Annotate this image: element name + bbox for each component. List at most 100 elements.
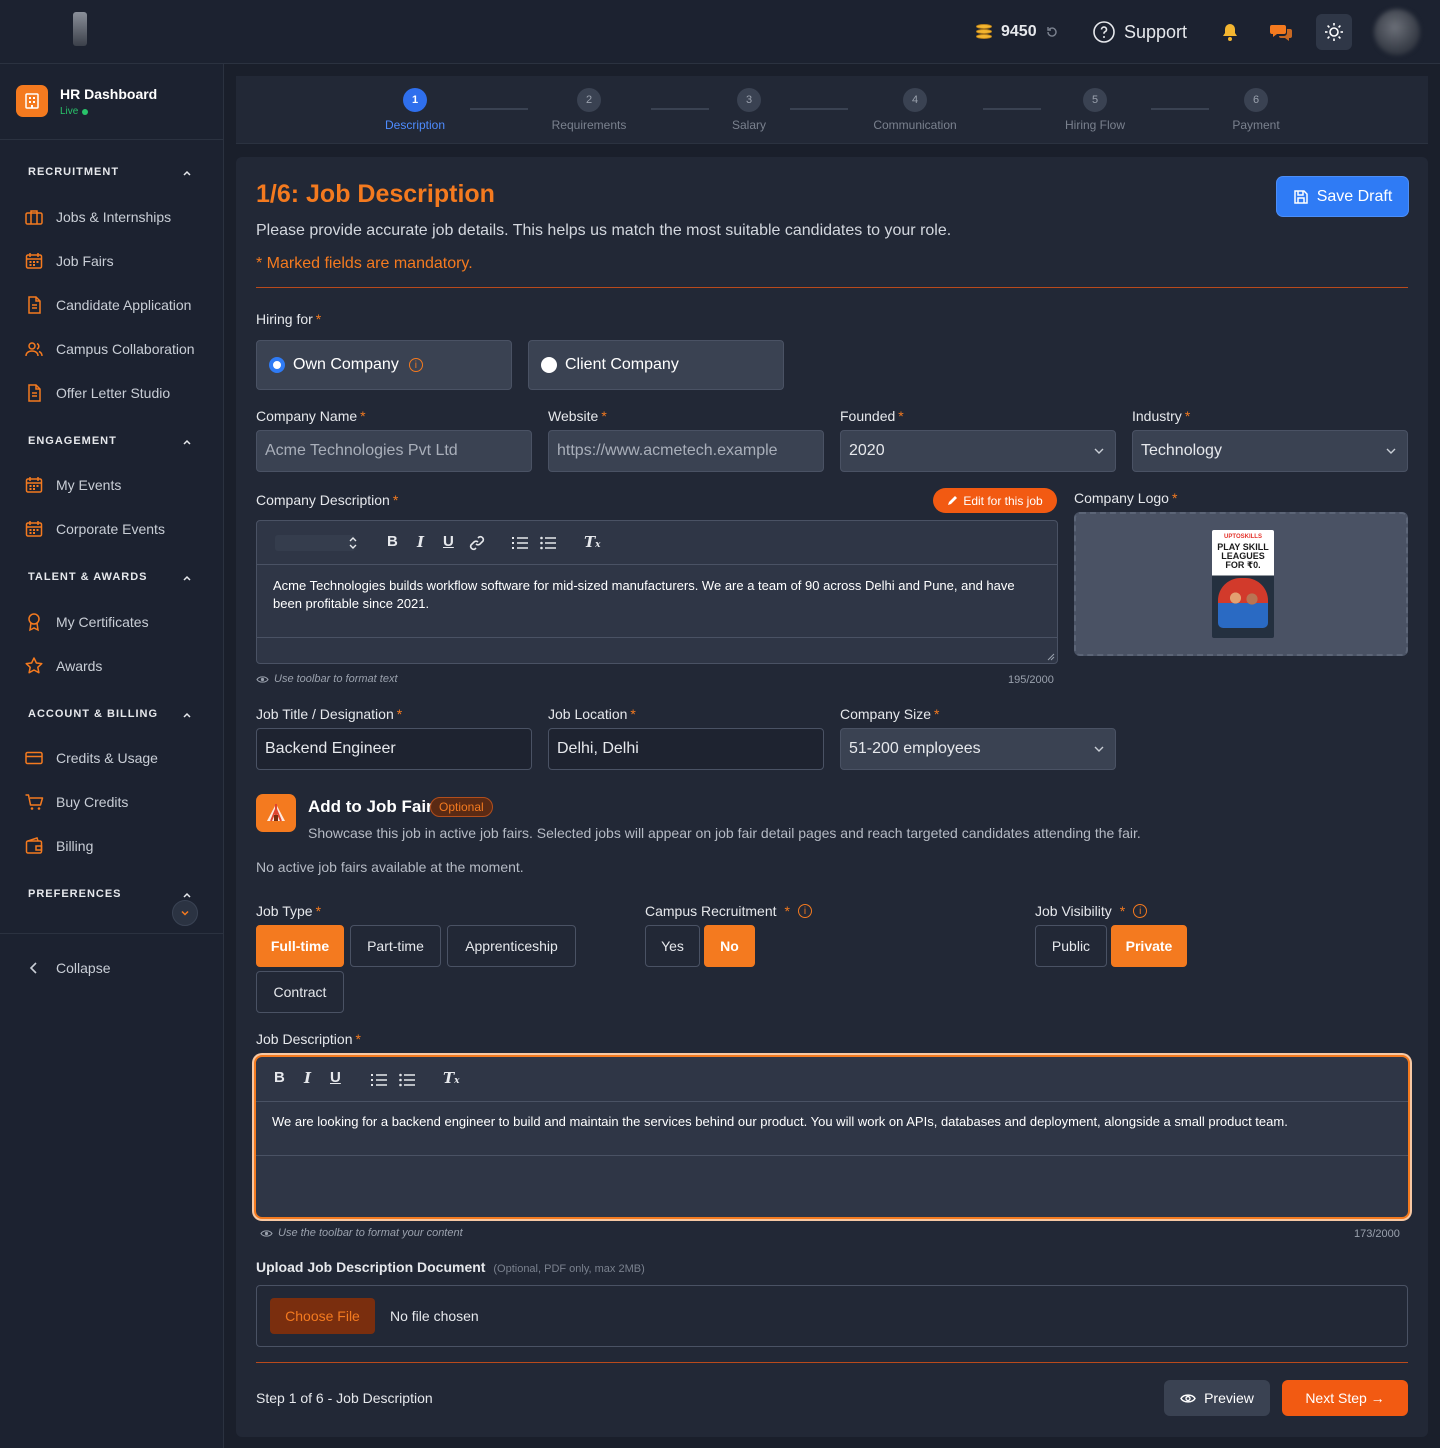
support-link[interactable]: Support [1092,0,1187,64]
next-step-button[interactable]: Next Step → [1282,1380,1408,1416]
chevron-up-icon[interactable] [182,437,192,447]
chevron-up-icon[interactable] [182,573,192,583]
collapse-sidebar-button[interactable]: Collapse [24,954,110,982]
credits-balance[interactable]: 9450 [975,0,1059,64]
step-payment[interactable]: 6 Payment [1196,88,1316,132]
app-logo[interactable] [73,12,87,46]
bold-icon[interactable]: B [387,533,398,550]
sidebar-item-buy-credits[interactable]: Buy Credits [24,788,128,816]
step-connector [983,108,1041,110]
step-communication[interactable]: 4 Communication [855,88,975,132]
sidebar-item-my-certificates[interactable]: My Certificates [24,608,149,636]
company-logo-upload[interactable]: UPTOSKILLS PLAY SKILL LEAGUES FOR ₹0. [1074,512,1408,656]
sidebar-item-credits-usage[interactable]: Credits & Usage [24,744,158,772]
sidebar-item-candidate-application[interactable]: Candidate Application [24,291,191,319]
section-engagement[interactable]: ENGAGEMENT [28,435,117,447]
clear-format-icon[interactable]: Tx [443,1069,460,1087]
divider [257,637,1057,638]
step-description[interactable]: 1 Description [355,88,475,132]
font-size-select[interactable] [275,535,355,551]
resize-handle-icon[interactable] [1047,653,1055,661]
job-fair-title: Add to Job Fair [308,797,433,816]
choose-file-button[interactable]: Choose File [270,1298,375,1334]
collapse-label: Collapse [56,960,111,976]
bold-icon[interactable]: B [274,1069,285,1086]
underline-icon[interactable]: U [443,533,454,550]
save-draft-button[interactable]: Save Draft [1277,177,1408,216]
section-recruitment[interactable]: RECRUITMENT [28,166,119,178]
radio-client-company[interactable]: Client Company [528,340,784,390]
company-name-input[interactable]: Acme Technologies Pvt Ltd [256,430,532,472]
chevron-up-icon[interactable] [182,890,192,900]
preview-button[interactable]: Preview [1164,1380,1270,1416]
step-requirements[interactable]: 2 Requirements [529,88,649,132]
brand-title: HR Dashboard [60,86,158,102]
cart-icon [25,794,44,810]
sidebar-item-label: Billing [56,838,94,854]
sidebar-item-corporate-events[interactable]: Corporate Events [24,515,165,543]
step-label: Requirements [551,118,627,132]
info-icon[interactable]: i [797,904,812,918]
italic-icon[interactable]: I [417,533,424,551]
company-logo-label: Company Logo * [1074,490,1178,506]
ordered-list-icon[interactable] [371,1073,387,1087]
job-type-full-time[interactable]: Full-time [256,925,344,967]
sidebar-item-campus-collaboration[interactable]: Campus Collaboration [24,335,195,363]
job-title-input[interactable]: Backend Engineer [256,728,532,770]
website-input[interactable]: https://www.acmetech.example [548,430,824,472]
chevron-down-icon [1094,746,1104,752]
info-icon[interactable]: i [408,358,423,372]
user-avatar[interactable] [1374,9,1420,55]
link-icon[interactable] [469,535,485,551]
history-icon[interactable] [1045,25,1059,39]
job-visibility-label: Job Visibility * i [1035,903,1148,919]
bullet-list-icon[interactable] [399,1073,415,1087]
divider [0,933,224,934]
users-icon [25,342,43,357]
info-icon[interactable]: i [1133,904,1148,918]
sidebar-item-job-fairs[interactable]: Job Fairs [24,247,114,275]
job-location-input[interactable]: Delhi, Delhi [548,728,824,770]
live-status: Live [60,106,89,117]
sidebar-item-offer-letter[interactable]: Offer Letter Studio [24,379,170,407]
edit-for-job-button[interactable]: Edit for this job [933,488,1057,513]
campus-yes[interactable]: Yes [645,925,700,967]
radio-own-company[interactable]: Own Company i [256,340,512,390]
sidebar-item-billing[interactable]: Billing [24,832,93,860]
bullet-list-icon[interactable] [540,536,556,550]
bell-icon[interactable] [1220,22,1240,42]
radio-label: Own Company [293,356,399,373]
section-preferences[interactable]: PREFERENCES [28,888,122,900]
scroll-down-button[interactable] [172,900,198,926]
clear-format-icon[interactable]: Tx [584,533,601,551]
campus-no[interactable]: No [704,925,755,967]
coins-icon [975,24,993,40]
ordered-list-icon[interactable] [512,536,528,550]
section-talent-awards[interactable]: TALENT & AWARDS [28,571,148,583]
section-account-billing[interactable]: ACCOUNT & BILLING [28,708,158,720]
sidebar-item-jobs[interactable]: Jobs & Internships [24,203,171,231]
chat-icon[interactable] [1270,22,1292,42]
file-upload-field: Choose File No file chosen [256,1285,1408,1347]
sidebar-item-awards[interactable]: Awards [24,652,102,680]
theme-toggle-button[interactable] [1316,14,1352,50]
step-hiring-flow[interactable]: 5 Hiring Flow [1035,88,1155,132]
job-description-editor[interactable]: B I U Tx We are looking for a backend en… [254,1055,1410,1219]
chevron-up-icon[interactable] [182,168,192,178]
visibility-public[interactable]: Public [1035,925,1107,967]
italic-icon[interactable]: I [304,1069,311,1087]
step-salary[interactable]: 3 Salary [689,88,809,132]
sidebar-item-my-events[interactable]: My Events [24,471,121,499]
job-type-part-time[interactable]: Part-time [350,925,441,967]
job-type-contract[interactable]: Contract [256,971,344,1013]
company-size-select[interactable]: 51-200 employees [840,728,1116,770]
file-status: No file chosen [390,1308,479,1324]
chevron-up-icon[interactable] [182,710,192,720]
company-description-editor[interactable]: B I U Tx Acme Technologies builds workfl… [256,520,1058,664]
founded-select[interactable]: 2020 [840,430,1116,472]
job-type-apprenticeship[interactable]: Apprenticeship [447,925,576,967]
underline-icon[interactable]: U [330,1069,341,1086]
upload-note: (Optional, PDF only, max 2MB) [493,1263,645,1275]
visibility-private[interactable]: Private [1111,925,1187,967]
industry-select[interactable]: Technology [1132,430,1408,472]
